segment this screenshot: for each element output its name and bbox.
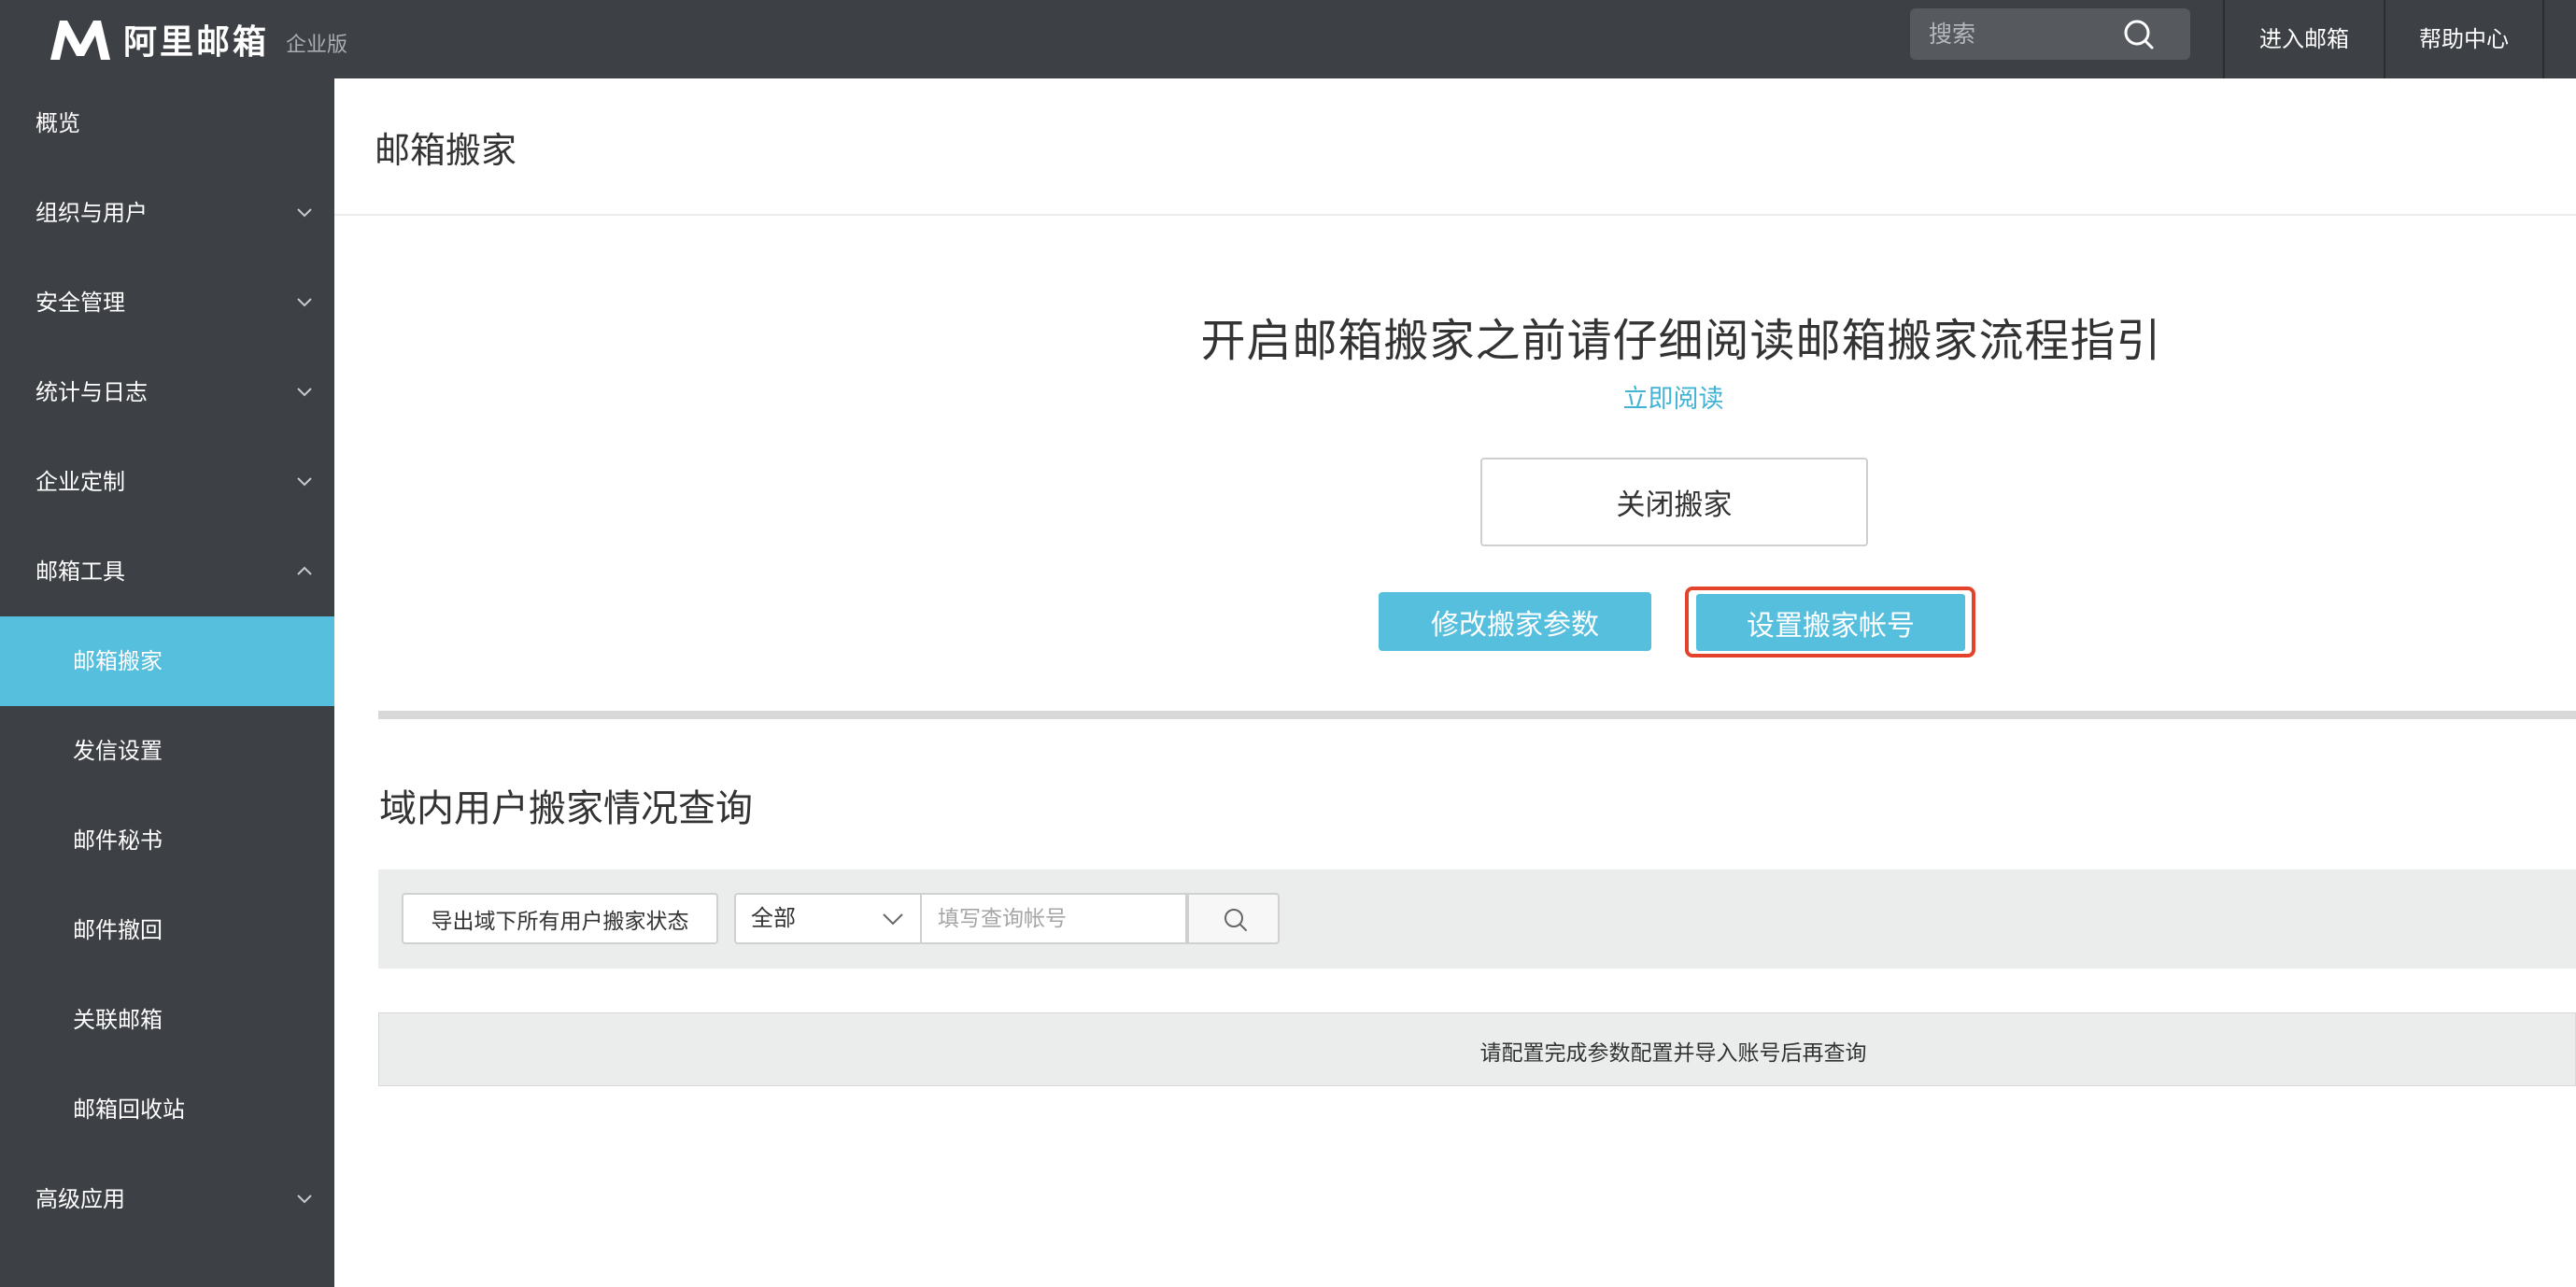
sidebar-item-label: 邮件撤回 bbox=[73, 917, 163, 943]
sidebar-item-overview[interactable]: 概览 bbox=[0, 78, 334, 168]
chevron-up-icon bbox=[297, 566, 312, 575]
page-title: 邮箱搬家 bbox=[375, 130, 517, 171]
chevron-down-icon bbox=[883, 913, 903, 926]
sidebar-item-label: 关联邮箱 bbox=[73, 1007, 163, 1033]
enter-mailbox-link[interactable]: 进入邮箱 bbox=[2223, 0, 2384, 78]
title-divider bbox=[334, 214, 2576, 216]
export-status-button[interactable]: 导出域下所有用户搬家状态 bbox=[402, 893, 718, 944]
top-search bbox=[1910, 8, 2190, 60]
empty-state-message: 请配置完成参数配置并导入账号后再查询 bbox=[1479, 1041, 1867, 1066]
status-filter-select[interactable]: 全部 bbox=[734, 893, 922, 944]
chevron-down-icon bbox=[297, 298, 312, 307]
sidebar-item-linked-mailbox[interactable]: 关联邮箱 bbox=[0, 975, 334, 1065]
chevron-down-icon bbox=[297, 208, 312, 218]
sidebar-item-label: 发信设置 bbox=[73, 738, 163, 764]
section-title: 域内用户搬家情况查询 bbox=[379, 787, 753, 830]
close-migration-button[interactable]: 关闭搬家 bbox=[1480, 458, 1868, 546]
brand-edition: 企业版 bbox=[286, 34, 348, 57]
brand-logo[interactable]: 阿里邮箱 企业版 bbox=[47, 11, 347, 67]
sidebar-item-label: 企业定制 bbox=[35, 469, 125, 495]
sidebar-item-label: 邮件秘书 bbox=[73, 827, 163, 854]
sidebar-item-mail-tools[interactable]: 邮箱工具 bbox=[0, 527, 334, 616]
set-accounts-button[interactable]: 设置搬家帐号 bbox=[1696, 594, 1965, 651]
sidebar: 概览 组织与用户 安全管理 统计与日志 企业定制 邮箱工具 邮箱搬家 发信设置 … bbox=[0, 78, 334, 1287]
sidebar-item-label: 概览 bbox=[35, 110, 80, 136]
chevron-down-icon bbox=[297, 388, 312, 397]
sidebar-item-label: 统计与日志 bbox=[35, 379, 148, 405]
chevron-down-icon bbox=[297, 1195, 312, 1204]
help-center-link[interactable]: 帮助中心 bbox=[2384, 0, 2542, 78]
sidebar-item-stats-logs[interactable]: 统计与日志 bbox=[0, 347, 334, 437]
search-input[interactable] bbox=[1929, 8, 2116, 60]
sidebar-item-label: 高级应用 bbox=[35, 1186, 125, 1212]
sidebar-item-advanced[interactable]: 高级应用 bbox=[0, 1154, 334, 1244]
sidebar-item-label: 邮箱工具 bbox=[35, 559, 125, 585]
search-icon bbox=[1224, 909, 1247, 931]
sidebar-item-recycle-bin[interactable]: 邮箱回收站 bbox=[0, 1065, 334, 1154]
sidebar-item-mail-secretary[interactable]: 邮件秘书 bbox=[0, 796, 334, 885]
top-divider bbox=[2542, 0, 2544, 78]
sidebar-item-label: 安全管理 bbox=[35, 290, 125, 316]
sidebar-item-mail-migration[interactable]: 邮箱搬家 bbox=[0, 616, 334, 706]
section-divider bbox=[378, 711, 2576, 719]
modify-params-button[interactable]: 修改搬家参数 bbox=[1379, 592, 1651, 651]
sidebar-item-customization[interactable]: 企业定制 bbox=[0, 437, 334, 527]
read-now-link[interactable]: 立即阅读 bbox=[934, 378, 2413, 415]
query-search-button[interactable] bbox=[1187, 893, 1280, 944]
sidebar-item-mail-recall[interactable]: 邮件撤回 bbox=[0, 885, 334, 975]
search-icon[interactable] bbox=[2120, 16, 2158, 53]
sidebar-item-send-settings[interactable]: 发信设置 bbox=[0, 706, 334, 796]
chevron-down-icon bbox=[297, 477, 312, 487]
guide-heading: 开启邮箱搬家之前请仔细阅读邮箱搬家流程指引 bbox=[1200, 315, 2162, 367]
top-bar: 阿里邮箱 企业版 进入邮箱 帮助中心 bbox=[0, 0, 2576, 78]
sidebar-item-label: 组织与用户 bbox=[35, 200, 148, 226]
brand-name: 阿里邮箱 bbox=[123, 23, 270, 62]
account-query-input[interactable] bbox=[922, 893, 1187, 944]
sidebar-item-label: 邮箱回收站 bbox=[73, 1096, 185, 1123]
mail-m-logo-icon bbox=[50, 21, 110, 60]
sidebar-item-label: 邮箱搬家 bbox=[73, 648, 163, 674]
select-value: 全部 bbox=[751, 905, 796, 931]
sidebar-item-org-users[interactable]: 组织与用户 bbox=[0, 168, 334, 258]
sidebar-item-security[interactable]: 安全管理 bbox=[0, 258, 334, 347]
